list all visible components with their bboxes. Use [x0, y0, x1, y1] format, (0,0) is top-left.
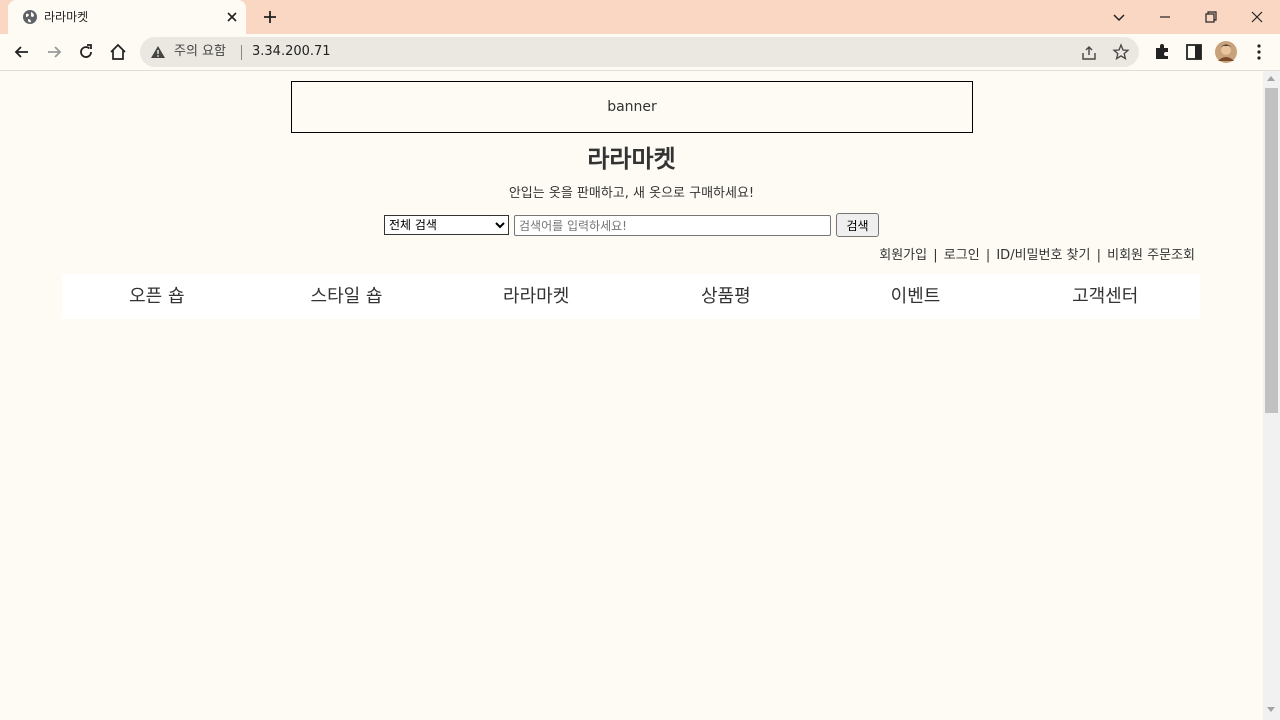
restore-icon[interactable]	[1200, 6, 1222, 28]
more-menu-icon[interactable]	[1249, 42, 1269, 62]
globe-icon	[23, 10, 37, 24]
close-tab-icon[interactable]	[224, 9, 240, 25]
nav-item-open-shop[interactable]: 오픈 숍	[62, 274, 252, 319]
home-icon[interactable]	[108, 42, 128, 62]
extensions-icon[interactable]	[1152, 42, 1172, 62]
forward-icon[interactable]	[44, 42, 64, 62]
profile-avatar-icon[interactable]	[1215, 41, 1237, 63]
link-separator: |	[1096, 248, 1101, 263]
scroll-up-arrow-icon[interactable]	[1267, 76, 1275, 81]
main-nav: 오픈 숍 스타일 숍 라라마켓 상품평 이벤트 고객센터	[62, 274, 1200, 319]
side-panel-icon[interactable]	[1184, 42, 1204, 62]
scroll-down-arrow-icon[interactable]	[1267, 707, 1275, 712]
nav-item-lalamarket[interactable]: 라라마켓	[441, 274, 631, 319]
guest-order-link[interactable]: 비회원 주문조회	[1107, 248, 1195, 263]
vertical-scrollbar[interactable]	[1263, 71, 1280, 720]
login-link[interactable]: 로그인	[944, 248, 980, 263]
page-title: 라라마켓	[587, 145, 676, 173]
nav-item-reviews[interactable]: 상품평	[631, 274, 821, 319]
tab-title: 라라마켓	[44, 10, 89, 24]
minimize-icon[interactable]	[1154, 6, 1176, 28]
warning-icon[interactable]	[150, 44, 166, 60]
find-id-password-link[interactable]: ID/비밀번호 찾기	[996, 248, 1090, 263]
tab-search-icon[interactable]	[1108, 6, 1130, 28]
browser-toolbar: 주의 요함 3.34.200.71	[0, 34, 1280, 71]
share-icon[interactable]	[1080, 44, 1098, 62]
search-button[interactable]: 검색	[836, 213, 879, 237]
back-icon[interactable]	[12, 42, 32, 62]
omnibox-separator	[241, 45, 242, 60]
new-tab-icon[interactable]	[260, 7, 280, 27]
address-bar[interactable]: 주의 요함 3.34.200.71	[140, 37, 1139, 67]
close-window-icon[interactable]	[1246, 6, 1268, 28]
url-text[interactable]: 3.34.200.71	[252, 44, 331, 60]
nav-item-customer-center[interactable]: 고객센터	[1010, 274, 1200, 319]
account-links: 회원가입 | 로그인 | ID/비밀번호 찾기 | 비회원 주문조회	[879, 247, 1195, 264]
banner: banner	[291, 81, 973, 133]
search-input[interactable]	[514, 215, 831, 236]
browser-tab[interactable]: 라라마켓	[8, 0, 246, 34]
tagline: 안입는 옷을 판매하고, 새 옷으로 구매하세요!	[508, 186, 755, 201]
bookmark-star-icon[interactable]	[1112, 43, 1130, 61]
link-separator: |	[985, 248, 991, 263]
search-category-select[interactable]: 전체 검색	[384, 215, 509, 235]
security-status[interactable]: 주의 요함	[174, 44, 226, 60]
reload-icon[interactable]	[76, 42, 96, 62]
scrollbar-thumb[interactable]	[1265, 88, 1278, 413]
link-separator: |	[933, 248, 938, 263]
signup-link[interactable]: 회원가입	[879, 248, 927, 263]
browser-tab-bar: 라라마켓	[0, 0, 1280, 34]
nav-item-events[interactable]: 이벤트	[821, 274, 1011, 319]
nav-item-style-shop[interactable]: 스타일 숍	[252, 274, 442, 319]
